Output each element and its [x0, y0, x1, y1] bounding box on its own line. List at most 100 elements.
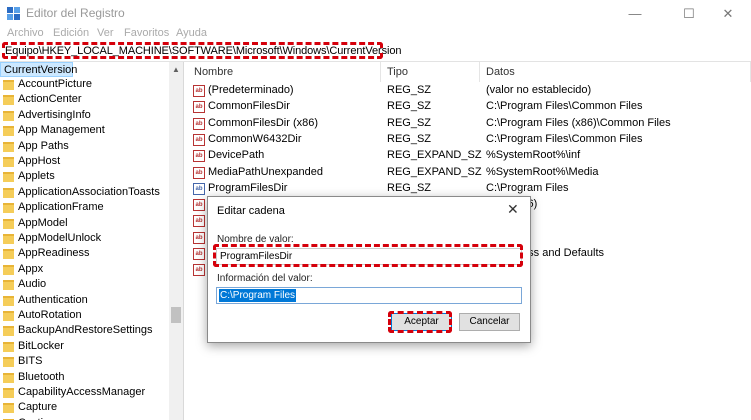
- column-header-type[interactable]: Tipo: [381, 62, 480, 82]
- tree-item-label: AutoRotation: [18, 309, 82, 321]
- menu-bar: Archivo Edición Ver Favoritos Ayuda: [0, 27, 751, 43]
- folder-icon: [3, 326, 14, 337]
- string-value-icon: ab: [193, 215, 205, 228]
- folder-icon: [3, 95, 14, 106]
- value-type: REG_SZ: [387, 181, 432, 194]
- value-data-label: Información del valor:: [217, 273, 313, 284]
- tree-item-label: Capture: [18, 401, 58, 414]
- address-highlight-annotation: [2, 42, 383, 59]
- folder-icon: [3, 172, 14, 183]
- folder-icon: [3, 264, 14, 275]
- value-name: CommonFilesDir: [208, 100, 290, 113]
- folder-icon: [3, 372, 14, 383]
- string-value-icon: ab: [193, 117, 205, 130]
- folder-icon: [3, 157, 14, 167]
- string-value-icon: ab: [193, 133, 205, 146]
- value-data-text: C:\Program Files: [219, 289, 297, 302]
- close-button[interactable]: ✕: [705, 0, 751, 27]
- title-bar: Editor del Registro — ☐ ✕: [0, 0, 751, 27]
- tree-item-label: Bluetooth: [18, 370, 65, 383]
- tree-item-label: ActionCenter: [18, 93, 82, 106]
- folder-icon: [3, 110, 14, 121]
- tree-item-label: AdvertisingInfo: [18, 108, 91, 121]
- value-row[interactable]: ab ProgramFilesDir REG_SZ C:\Program Files: [188, 181, 748, 197]
- value-name: DevicePath: [208, 149, 265, 162]
- value-type: REG_SZ: [387, 132, 432, 145]
- tree-item-label: CapabilityAccessManager: [18, 386, 146, 398]
- dialog-close-icon[interactable]: ✕: [507, 201, 519, 218]
- value-name: MediaPathUnexpanded: [208, 165, 323, 178]
- folder-icon: [3, 341, 14, 352]
- menu-edicion[interactable]: Edición: [53, 27, 89, 39]
- folder-icon: [3, 126, 14, 137]
- folder-icon: [3, 187, 14, 198]
- tree-item-label: BITS: [18, 355, 43, 368]
- value-data: C:\Program Files: [486, 181, 569, 194]
- value-row[interactable]: ab (Predeterminado) REG_SZ (valor no establ…: [188, 83, 748, 99]
- tree-item-label: Applets: [18, 170, 55, 183]
- registry-tree[interactable]: CurrentVersion AccountPicture ActionCente…: [0, 62, 184, 420]
- value-row[interactable]: ab DevicePath REG_EXPAND_SZ %SystemRoot%\in…: [188, 148, 748, 164]
- value-name: (Predeterminado): [208, 84, 294, 96]
- value-type: REG_SZ: [387, 116, 432, 129]
- value-data: %SystemRoot%\inf: [486, 149, 581, 162]
- folder-icon: [3, 218, 14, 229]
- cancel-button[interactable]: Cancelar: [459, 313, 520, 331]
- tree-item-selected[interactable]: CurrentVersion: [0, 62, 77, 77]
- tree-item-label: AppModelUnlock: [18, 232, 102, 244]
- string-value-icon: ab: [193, 231, 205, 244]
- tree-item-label: AppModel: [18, 216, 68, 229]
- folder-icon: [3, 141, 14, 152]
- column-header-data[interactable]: Datos: [480, 62, 751, 82]
- string-value-icon: ab: [193, 101, 205, 114]
- string-value-icon: ab: [193, 199, 205, 212]
- edit-string-dialog: Editar cadena ✕ Nombre de valor: Program…: [207, 196, 531, 343]
- tree-item-label: AccountPicture: [18, 78, 92, 90]
- folder-icon: [3, 357, 14, 368]
- registry-editor-icon: [7, 7, 20, 20]
- value-name: ProgramFilesDir: [208, 181, 288, 194]
- value-type: REG_EXPAND_SZ: [387, 165, 482, 178]
- value-row[interactable]: ab MediaPathUnexpanded REG_EXPAND_SZ %Syste…: [188, 165, 748, 181]
- name-highlight-annotation: [213, 244, 523, 267]
- value-data: %SystemRoot%\Media: [486, 165, 599, 178]
- minimize-button[interactable]: —: [612, 0, 658, 27]
- value-data: (valor no establecido): [486, 84, 592, 96]
- value-row[interactable]: ab CommonFilesDir (x86) REG_SZ C:\Program F…: [188, 116, 748, 132]
- tree-item-label: BitLocker: [18, 339, 64, 352]
- window-title: Editor del Registro: [26, 6, 125, 20]
- folder-icon: [3, 80, 14, 90]
- scrollbar-thumb[interactable]: [171, 307, 181, 323]
- value-row[interactable]: ab CommonW6432Dir REG_SZ C:\Program Files\C…: [188, 132, 748, 148]
- tree-scrollbar[interactable]: ▲: [169, 62, 183, 420]
- folder-icon: [3, 234, 14, 244]
- menu-archivo[interactable]: Archivo: [7, 27, 44, 39]
- tree-item-label: ApplicationFrame: [18, 201, 104, 214]
- menu-ayuda[interactable]: Ayuda: [176, 27, 207, 39]
- string-value-icon: ab: [193, 166, 205, 179]
- tree-item-label: App Paths: [18, 139, 69, 152]
- tree-item-label: AppReadiness: [18, 247, 90, 260]
- tree-item-label: AppHost: [18, 155, 61, 167]
- menu-ver[interactable]: Ver: [97, 27, 114, 39]
- scroll-up-icon[interactable]: ▲: [172, 65, 180, 74]
- folder-icon: [3, 311, 14, 321]
- value-data-input[interactable]: C:\Program Files: [216, 287, 522, 304]
- column-header-name[interactable]: Nombre: [188, 62, 381, 82]
- tree-item-label: ApplicationAssociationToasts: [18, 185, 160, 198]
- ok-highlight-annotation: [388, 311, 452, 333]
- string-value-icon: ab: [193, 150, 205, 163]
- string-value-icon: ab: [193, 182, 205, 195]
- folder-icon: [3, 203, 14, 214]
- string-value-icon: ab: [193, 85, 205, 97]
- value-type: REG_SZ: [387, 84, 432, 96]
- tree-item-label: Authentication: [18, 293, 88, 306]
- value-data: C:\Program Files\Common Files: [486, 132, 643, 145]
- menu-favoritos[interactable]: Favoritos: [124, 27, 169, 39]
- folder-icon: [3, 403, 14, 414]
- value-name: CommonFilesDir (x86): [208, 116, 319, 129]
- tree-item-label: Audio: [18, 278, 47, 291]
- value-data: C:\Program Files (x86)\Common Files: [486, 116, 671, 129]
- value-row[interactable]: ab CommonFilesDir REG_SZ C:\Program Files\C…: [188, 99, 748, 115]
- tree-item-label: Appx: [18, 262, 44, 275]
